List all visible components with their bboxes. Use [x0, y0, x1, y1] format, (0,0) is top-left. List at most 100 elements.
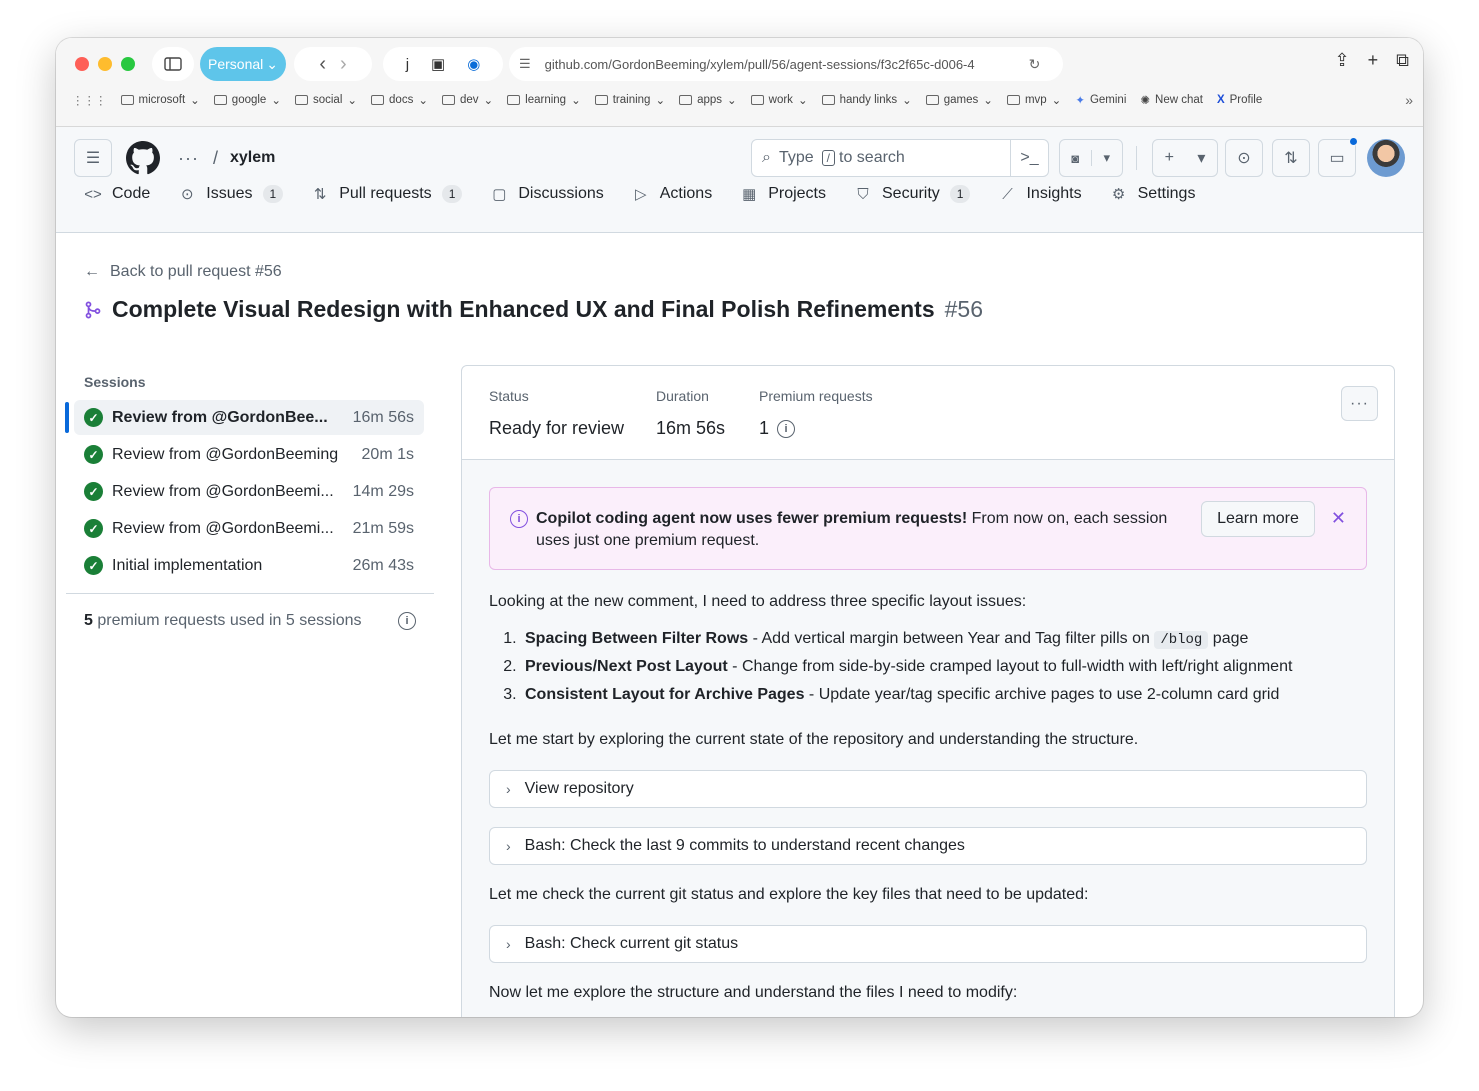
breadcrumb-overflow-button[interactable]: ··· — [178, 148, 199, 169]
new-tab-icon[interactable]: + — [1368, 50, 1379, 71]
browser-window: Personal ⌄ ‹ › j ▣ ◉ ☰ github.com/Gordon… — [56, 38, 1423, 1017]
bookmark-link[interactable]: X Profile — [1217, 94, 1262, 106]
tab-projects[interactable]: ▦ Projects — [740, 185, 826, 203]
search-shortcut-key: / — [821, 150, 835, 166]
copilot-icon[interactable]: ◙ — [1060, 151, 1091, 166]
bookmark-folder[interactable]: google ⌄ — [213, 93, 281, 107]
window-controls — [75, 57, 135, 71]
session-item[interactable]: ✓ Review from @GordonBeeming 20m 1s — [74, 437, 424, 472]
forward-arrow-icon[interactable]: › — [340, 53, 347, 76]
bookmark-folder[interactable]: apps ⌄ — [679, 93, 737, 107]
duration-label: Duration — [656, 388, 709, 404]
tab-security[interactable]: ⛉ Security 1 — [854, 185, 971, 203]
back-to-pr-link[interactable]: ← Back to pull request #56 — [84, 263, 282, 281]
bookmark-folder[interactable]: social ⌄ — [294, 93, 357, 107]
item-title: Spacing Between Filter Rows — [525, 630, 749, 647]
bookmark-folder[interactable]: training ⌄ — [594, 93, 665, 107]
create-new-button[interactable]: + ▾ — [1152, 139, 1218, 177]
item-title: Consistent Layout for Archive Pages — [525, 686, 805, 703]
browser-actions: ⇪ + ⧉ — [1335, 50, 1409, 71]
tool-call-label: Bash: Check the last 9 commits to unders… — [524, 837, 965, 854]
bookmark-folder[interactable]: dev ⌄ — [441, 93, 493, 107]
more-options-button[interactable]: ··· — [1341, 386, 1378, 421]
profile-switcher[interactable]: Personal ⌄ — [200, 47, 286, 81]
bookmark-folder[interactable]: learning ⌄ — [507, 93, 581, 107]
password-manager-icon[interactable]: ◉ — [467, 55, 480, 73]
pull-requests-button[interactable]: ⇅ — [1272, 139, 1310, 177]
tab-issues[interactable]: ⊙ Issues 1 — [178, 185, 284, 203]
chevron-down-icon: ⌄ — [266, 55, 278, 72]
maximize-window-button[interactable] — [121, 57, 135, 71]
address-bar[interactable]: ☰ github.com/GordonBeeming/xylem/pull/56… — [509, 47, 1063, 81]
minimize-window-button[interactable] — [98, 57, 112, 71]
back-arrow-icon[interactable]: ‹ — [319, 53, 326, 76]
sidebar-toggle-button[interactable] — [152, 47, 194, 81]
check-circle-icon: ✓ — [84, 556, 103, 575]
search-input[interactable]: ⌕ Type / to search >_ — [751, 139, 1049, 177]
session-duration: 16m 56s — [352, 408, 414, 426]
tab-code[interactable]: <> Code — [84, 185, 150, 203]
tab-overview-icon[interactable]: ⧉ — [1396, 50, 1409, 71]
session-item[interactable]: ✓ Review from @GordonBeemi... 21m 59s — [74, 511, 424, 546]
extension-j-button[interactable]: j — [406, 56, 409, 73]
command-palette-button[interactable]: >_ — [1010, 140, 1048, 176]
session-item[interactable]: ✓ Review from @GordonBeemi... 14m 29s — [74, 474, 424, 509]
premium-usage-summary: 5 premium requests used in 5 sessions i — [84, 612, 416, 630]
session-duration: 20m 1s — [361, 445, 414, 463]
session-item[interactable]: ✓ Review from @GordonBee... 16m 56s — [65, 400, 424, 435]
folder-icon — [441, 95, 455, 105]
open-menu-button[interactable]: ☰ — [74, 139, 112, 177]
info-icon: i — [510, 510, 528, 528]
session-item[interactable]: ✓ Initial implementation 26m 43s — [74, 548, 424, 583]
tab-settings[interactable]: ⚙ Settings — [1110, 185, 1196, 203]
tab-actions[interactable]: ▷ Actions — [632, 185, 712, 203]
tab-discussions[interactable]: ▢ Discussions — [490, 185, 603, 203]
bookmark-folder[interactable]: work ⌄ — [750, 93, 808, 107]
bookmark-folder[interactable]: docs ⌄ — [371, 93, 428, 107]
collapsible-tool-call[interactable]: › Bash: Check the last 9 commits to unde… — [489, 827, 1367, 865]
inbox-button[interactable]: ▭ — [1318, 137, 1358, 177]
copilot-menu-caret-icon[interactable]: ▾ — [1090, 150, 1123, 166]
check-circle-icon: ✓ — [84, 408, 103, 427]
tab-label: Projects — [768, 185, 826, 202]
info-icon[interactable]: i — [777, 419, 796, 438]
search-placeholder-prefix: Type — [778, 149, 814, 166]
gemini-icon: ✦ — [1075, 95, 1085, 107]
clipboard-extension-icon[interactable]: ▣ — [431, 55, 445, 73]
learn-more-button[interactable]: Learn more — [1201, 501, 1315, 537]
repo-name-link[interactable]: xylem — [230, 149, 275, 167]
avatar[interactable] — [1367, 139, 1405, 177]
info-icon[interactable]: i — [398, 612, 416, 630]
apps-grid-icon[interactable]: ⋮⋮⋮ — [72, 93, 107, 107]
reload-icon[interactable]: ↻ — [1029, 56, 1041, 73]
tab-pull-requests[interactable]: ⇅ Pull requests 1 — [311, 185, 463, 203]
collapsible-tool-call[interactable]: › Bash: Check current git status — [489, 925, 1367, 963]
bookmarks-bar: ⋮⋮⋮ microsoft ⌄ google ⌄ social ⌄ docs ⌄ dev… — [72, 90, 1413, 110]
inbox-icon: ▭ — [1329, 150, 1345, 167]
issues-button[interactable]: ⊙ — [1225, 139, 1263, 177]
collapsible-tool-call[interactable]: › View repository — [489, 770, 1367, 808]
pr-title-text: Complete Visual Redesign with Enhanced U… — [112, 296, 935, 322]
site-settings-icon[interactable]: ☰ — [519, 56, 531, 72]
log-paragraph: Let me start by exploring the current st… — [489, 731, 1139, 748]
close-window-button[interactable] — [75, 57, 89, 71]
close-icon[interactable]: ✕ — [1331, 508, 1346, 529]
bookmark-link[interactable]: ✺ New chat — [1140, 93, 1203, 107]
bookmark-folder[interactable]: mvp ⌄ — [1006, 93, 1061, 107]
bookmark-folder[interactable]: microsoft ⌄ — [120, 93, 200, 107]
log-paragraph: Let me check the current git status and … — [489, 886, 1089, 903]
premium-value: 1 — [759, 418, 770, 438]
share-icon[interactable]: ⇪ — [1335, 50, 1350, 71]
bookmark-link[interactable]: ✦ Gemini — [1075, 93, 1126, 107]
folder-icon — [594, 95, 608, 105]
more-bookmarks-icon[interactable]: » — [1405, 92, 1413, 108]
extensions-group: j ▣ ◉ — [383, 47, 503, 81]
discussion-icon: ▢ — [492, 186, 507, 203]
bookmark-folder[interactable]: handy links ⌄ — [821, 93, 912, 107]
bookmark-folder[interactable]: games ⌄ — [925, 93, 993, 107]
status-value: Ready for review — [489, 418, 625, 438]
tab-insights[interactable]: ⟋ Insights — [998, 185, 1081, 203]
global-bar: ☰ ··· / xylem ⌕ Type / to search >_ ◙ ▾ … — [74, 137, 1405, 178]
gear-icon: ⚙ — [1111, 186, 1126, 203]
github-logo-icon[interactable] — [126, 141, 160, 175]
